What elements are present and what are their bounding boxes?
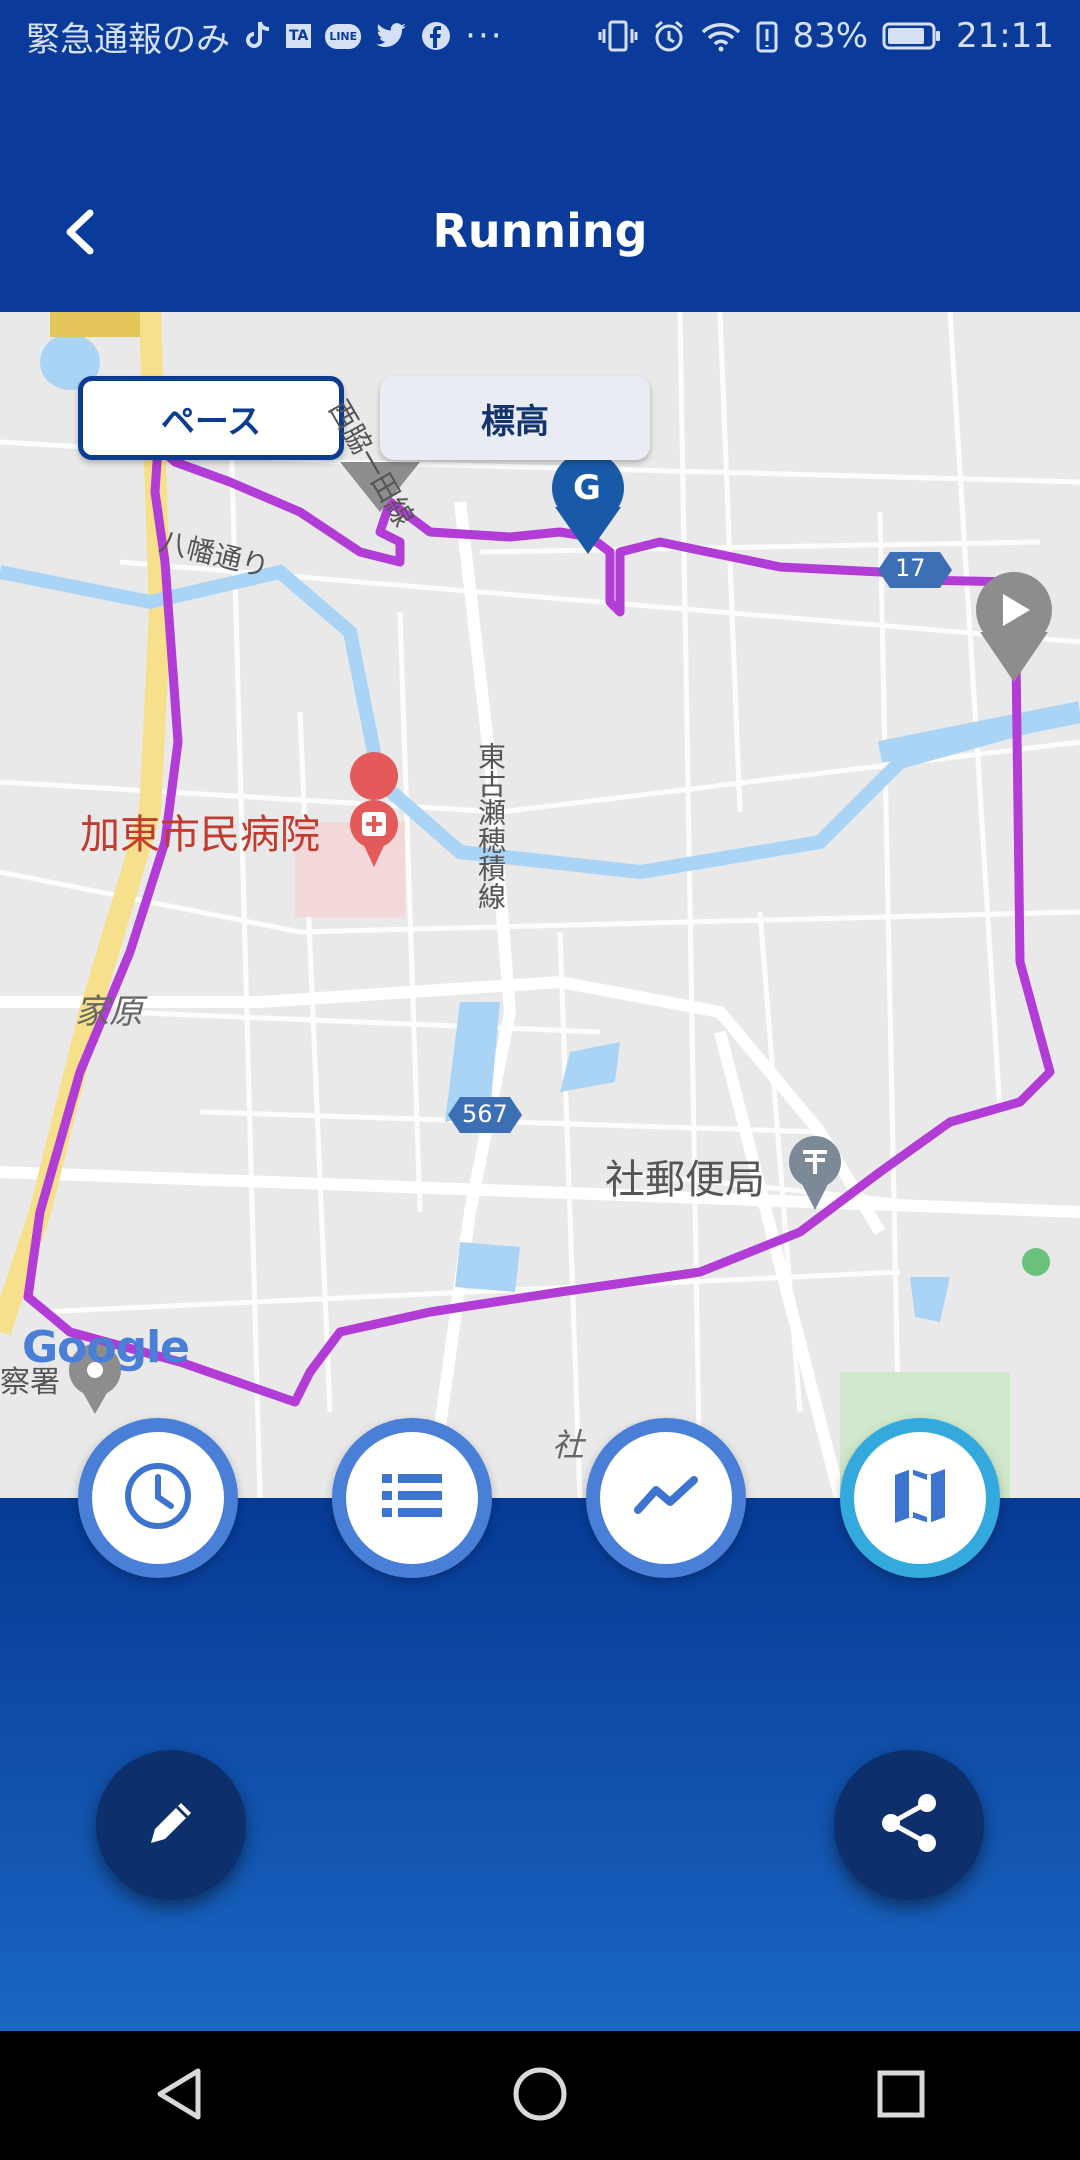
line-icon: LINE [325,19,362,53]
pencil-icon [145,1797,197,1853]
back-triangle-icon[interactable] [154,2067,204,2125]
route-567-label: 567 [462,1100,508,1128]
twitter-icon [375,19,407,53]
share-button[interactable] [834,1750,984,1900]
battery-icon [882,19,942,53]
pace-toggle-button[interactable]: ペース [78,376,344,460]
tab-charts[interactable] [586,1418,746,1578]
ta-icon: TA [286,19,312,53]
google-logo: Google [22,1322,190,1373]
elevation-toggle-button[interactable]: 標高 [380,376,650,460]
tab-summary[interactable] [78,1418,238,1578]
route-17-label: 17 [895,554,926,582]
tab-laps[interactable] [332,1418,492,1578]
recents-square-icon[interactable] [876,2069,926,2123]
line-icon-text: LINE [325,23,362,49]
area-kahara-label: 家原 [75,992,143,1032]
map-icon [893,1467,947,1529]
map-canvas [0,312,1080,1498]
route-map[interactable]: ペース 標高 G 17 567 加東市民病院 家原 社郵便局 八幡通り 西脇一田… [0,312,1080,1498]
share-icon [879,1793,939,1857]
ta-icon-text: TA [286,24,312,48]
hospital-label: 加東市民病院 [80,812,320,858]
more-icon: ··· [465,16,504,56]
battery-alert-icon [756,19,778,53]
wifi-icon [700,19,742,53]
clock-time: 21:11 [956,16,1054,56]
list-icon [382,1474,442,1522]
tiktok-icon [244,19,272,53]
clock-icon [123,1461,193,1535]
bottom-sha-label: 社 [552,1426,585,1464]
chart-icon [634,1476,698,1520]
goal-marker-label: G [573,468,601,508]
carrier-text: 緊急通報のみ [26,19,230,60]
edit-button[interactable] [96,1750,246,1900]
alarm-icon [652,19,686,53]
facebook-icon [421,19,451,53]
system-nav-bar [0,2031,1080,2160]
post-office-label: 社郵便局 [605,1157,765,1203]
start-marker-icon [976,572,1052,682]
road-higashikose-label: 東古瀬穂積線 [474,742,507,910]
park-icon [1022,1248,1050,1276]
status-bar: 緊急通報のみ TA LINE ··· 83% 21:11 [0,0,1080,72]
page-title: Running [432,204,648,258]
battery-percent: 83% [792,16,869,56]
tab-map[interactable] [840,1418,1000,1578]
app-bar: Running [0,72,1080,312]
home-circle-icon[interactable] [512,2066,568,2126]
vibrate-icon [598,19,638,53]
